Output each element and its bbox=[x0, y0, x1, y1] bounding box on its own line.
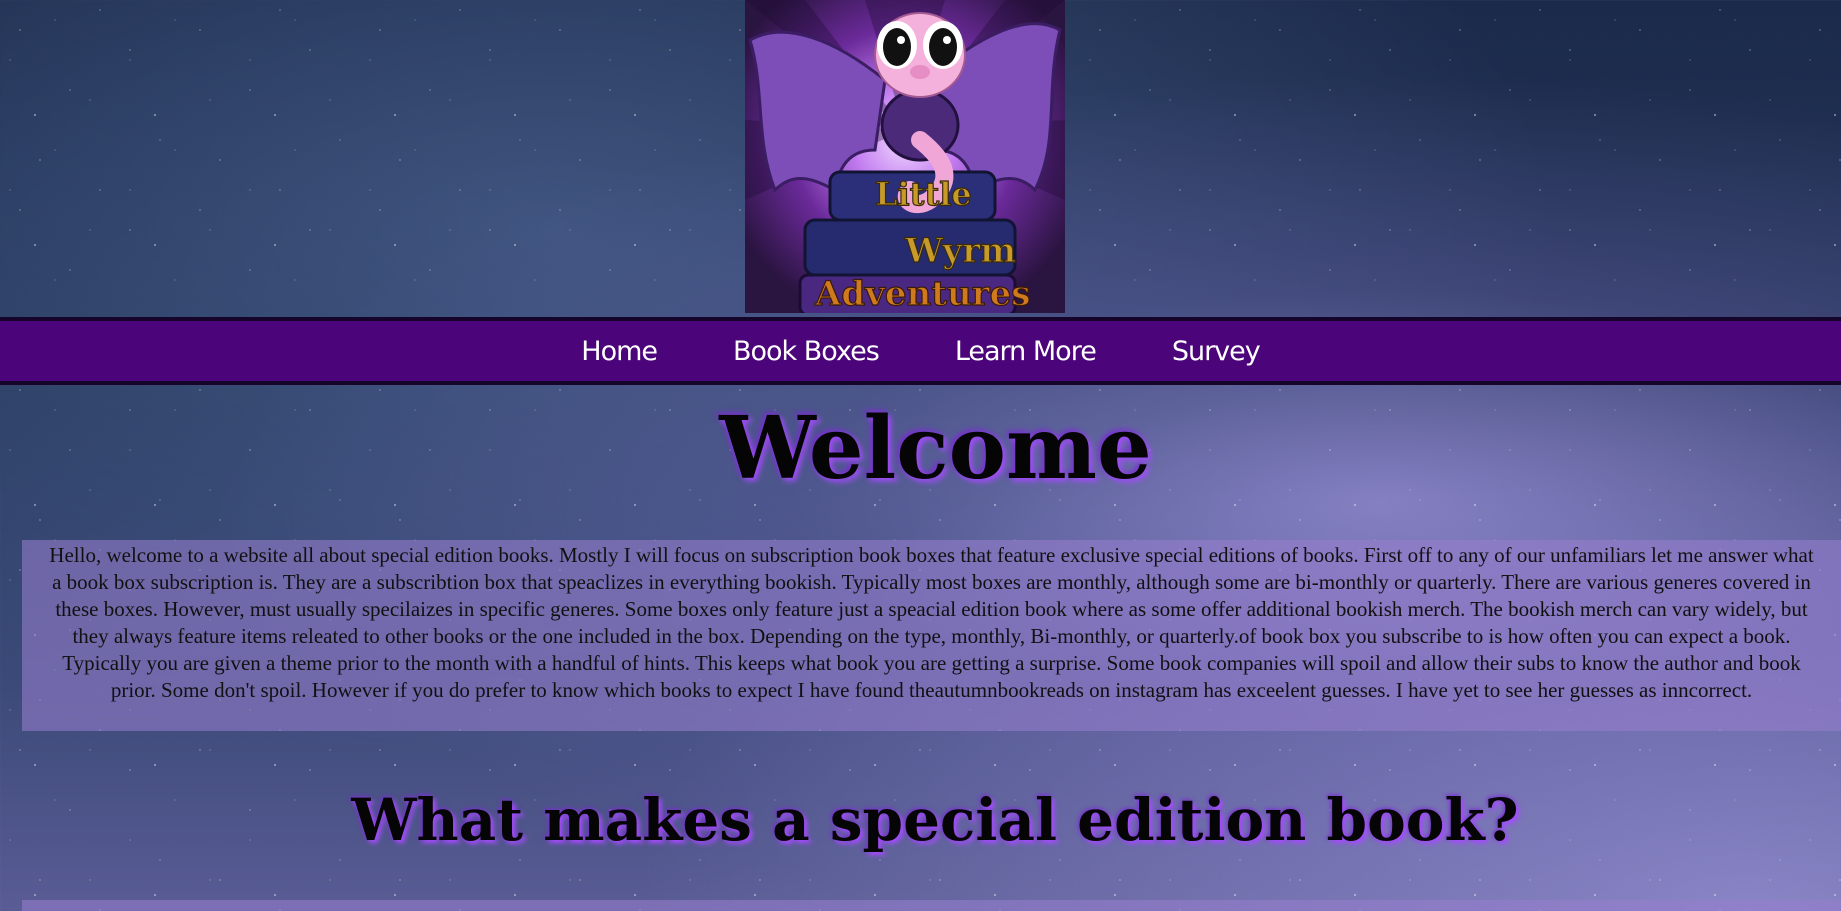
logo-text-wyrm: Wyrm bbox=[904, 231, 1016, 271]
logo-text-adventures: Adventures bbox=[814, 274, 1030, 313]
special-edition-heading: What makes a special edition book? bbox=[351, 786, 1519, 854]
nav-link-book-boxes[interactable]: Book Boxes bbox=[733, 336, 880, 367]
nav-link-learn-more[interactable]: Learn More bbox=[955, 336, 1097, 367]
nav-link-home[interactable]: Home bbox=[581, 336, 658, 367]
logo-text-little: Little bbox=[875, 175, 972, 213]
wyrm-logo-illustration: Little Wyrm Adventures bbox=[745, 0, 1065, 313]
main-navigation: Home Book Boxes Learn More Survey bbox=[0, 317, 1841, 385]
special-edition-paragraph bbox=[22, 900, 1841, 911]
welcome-heading: Welcome bbox=[719, 398, 1152, 499]
intro-paragraph: Hello, welcome to a website all about sp… bbox=[22, 540, 1841, 731]
site-logo[interactable]: Little Wyrm Adventures bbox=[745, 0, 1065, 313]
nav-link-survey[interactable]: Survey bbox=[1172, 336, 1261, 367]
